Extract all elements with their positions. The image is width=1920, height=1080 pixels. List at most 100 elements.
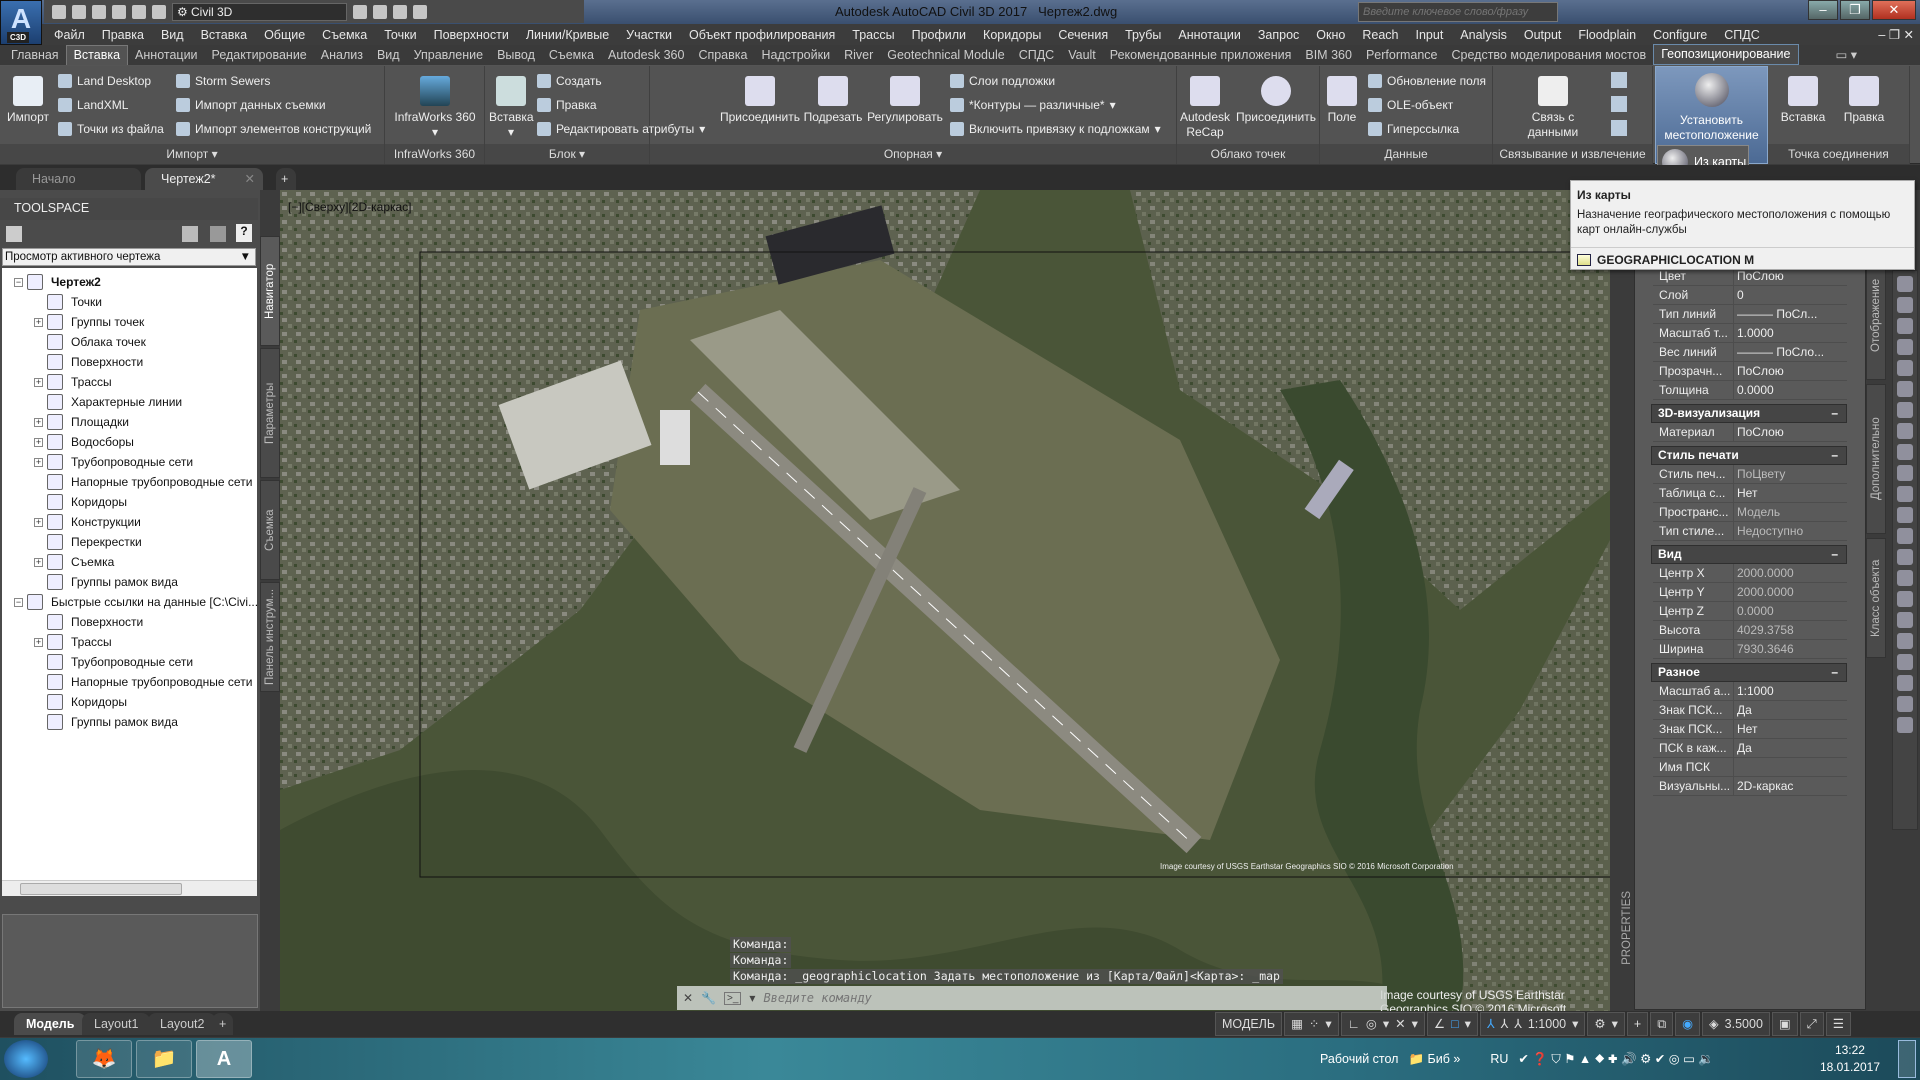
tree-node[interactable]: Напорные трубопроводные сети — [34, 472, 252, 492]
properties-side-tab[interactable]: Класс объекта — [1866, 538, 1886, 658]
clock[interactable]: 13:22 18.01.2017 — [1820, 1042, 1880, 1076]
menu-item[interactable]: Запрос — [1258, 28, 1299, 42]
recap-button[interactable]: Autodesk ReCap — [1177, 72, 1233, 140]
close-button[interactable]: ✕ — [1872, 0, 1916, 20]
toolbar-tool-icon[interactable] — [1897, 717, 1913, 733]
property-value[interactable]: Нет — [1733, 484, 1847, 502]
collapse-icon[interactable]: – — [1831, 546, 1838, 563]
import-button[interactable]: Импорт — [4, 72, 52, 125]
menu-item[interactable]: Общие — [264, 28, 305, 42]
new-tab-button[interactable]: + — [276, 168, 296, 190]
property-value[interactable]: ——— ПоСло... — [1733, 343, 1847, 361]
toolbar-tool-icon[interactable] — [1897, 402, 1913, 418]
property-value[interactable]: Недоступно — [1733, 522, 1847, 540]
property-row[interactable]: Масштаб т... 1.0000 — [1653, 324, 1847, 343]
toolspace-view-select[interactable]: Просмотр активного чертежа ▼ — [2, 248, 256, 266]
ribbon-tab[interactable]: Средство моделирования мостов — [1445, 48, 1654, 65]
properties-side-tab[interactable]: Дополнительно — [1866, 384, 1886, 534]
annotation-scale-button[interactable]: ⅄ ⅄ ⅄ 1:1000 ▾ — [1479, 1012, 1586, 1036]
group-label[interactable]: Импорт ▾ — [0, 144, 384, 164]
property-value[interactable]: 2000.0000 — [1733, 583, 1847, 601]
tree-node[interactable]: Группы рамок вида — [34, 572, 178, 592]
junction-edit-button[interactable]: Правка — [1836, 72, 1892, 125]
property-row[interactable]: Знак ПСК... Да — [1653, 701, 1847, 720]
ribbon-tab[interactable]: River — [837, 48, 880, 65]
tree-node[interactable]: Точки — [34, 292, 102, 312]
ribbon-tab[interactable]: Управление — [407, 48, 491, 65]
menu-item[interactable]: Трубы — [1125, 28, 1161, 42]
property-value[interactable]: Да — [1733, 739, 1847, 757]
side-tab[interactable]: Параметры — [260, 348, 280, 478]
expander-icon[interactable]: + — [34, 637, 43, 647]
ribbon-tab[interactable]: Главная — [4, 48, 66, 65]
property-value[interactable]: ПоСлою — [1733, 362, 1847, 380]
tree-node[interactable]: − Быстрые ссылки на данные [C:\Civi... — [14, 592, 257, 612]
menu-item[interactable]: Вид — [161, 28, 184, 42]
menu-item[interactable]: Участки — [626, 28, 672, 42]
underlay-layers-button[interactable]: Слои подложки — [950, 74, 1055, 88]
insert-block-button[interactable]: Вставка ▾ — [489, 72, 534, 140]
toggle-icon[interactable] — [182, 226, 198, 242]
add-layout-button[interactable]: + — [212, 1013, 234, 1035]
help-icon[interactable]: ? — [236, 224, 252, 242]
tab-start[interactable]: Начало — [16, 168, 141, 190]
toolbar-tool-icon[interactable] — [1897, 591, 1913, 607]
menu-item[interactable]: Поверхности — [434, 28, 509, 42]
tree-node[interactable]: + Водосборы — [34, 432, 134, 452]
tree-node[interactable]: + Конструкции — [34, 512, 141, 532]
import-subassembly-button[interactable]: Импорт элементов конструкций — [176, 122, 371, 136]
land-desktop-button[interactable]: Land Desktop — [58, 74, 151, 88]
menu-item[interactable]: Окно — [1316, 28, 1345, 42]
import-survey-button[interactable]: Импорт данных съемки — [176, 98, 326, 112]
toolspace-title[interactable]: TOOLSPACE — [0, 198, 258, 220]
toolbar-tool-icon[interactable] — [1897, 423, 1913, 439]
property-row[interactable]: Знак ПСК... Нет — [1653, 720, 1847, 739]
crosshair-button[interactable]: + — [1626, 1012, 1649, 1036]
toolbar-tool-icon[interactable] — [1897, 675, 1913, 691]
elevation-button[interactable]: ◈ 3.5000 — [1702, 1012, 1770, 1036]
tree-node[interactable]: Коридоры — [34, 492, 127, 512]
property-value[interactable]: 1.0000 — [1733, 324, 1847, 342]
data-link-button[interactable]: Связь с данными — [1513, 72, 1593, 140]
wrench-icon[interactable]: 🔧 — [701, 991, 716, 1005]
side-tab[interactable]: Панель инструм... — [260, 582, 280, 692]
storm-sewers-button[interactable]: Storm Sewers — [176, 74, 270, 88]
ribbon-tab[interactable]: Вид — [370, 48, 407, 65]
property-row[interactable]: ПСК в каж... Да — [1653, 739, 1847, 758]
ribbon-tab[interactable]: Geotechnical Module — [880, 48, 1011, 65]
property-row[interactable]: Центр Z 0.0000 — [1653, 602, 1847, 621]
update-fields-button[interactable]: Обновление поля — [1368, 74, 1486, 88]
create-block-button[interactable]: Создать — [537, 74, 602, 88]
expander-icon[interactable]: + — [34, 437, 43, 447]
tree-node[interactable]: + Площадки — [34, 412, 129, 432]
civil3d-taskbar-button[interactable]: A — [196, 1040, 252, 1078]
tab-model[interactable]: Модель — [14, 1013, 87, 1035]
ribbon-tab[interactable]: BIM 360 — [1298, 48, 1359, 65]
property-row[interactable]: Материал ПоСлою — [1653, 423, 1847, 442]
property-row[interactable]: Тип линий ——— ПоСл... — [1653, 305, 1847, 324]
extract-icon[interactable] — [1611, 72, 1627, 88]
horizontal-scrollbar[interactable] — [2, 880, 257, 896]
tree-node[interactable]: − Чертеж2 — [14, 272, 101, 292]
expander-icon[interactable]: − — [14, 277, 23, 287]
list-view-icon[interactable] — [210, 226, 226, 242]
drawing-viewport[interactable]: [−][Сверху][2D-каркас] Image courtesy of… — [280, 190, 1610, 1011]
property-value[interactable]: Модель — [1733, 503, 1847, 521]
isodraft-button[interactable]: ∠ □ ▾ — [1426, 1012, 1478, 1036]
toolbar-tool-icon[interactable] — [1897, 570, 1913, 586]
side-tab[interactable]: Съемка — [260, 480, 280, 580]
ribbon-tab[interactable]: Autodesk 360 — [601, 48, 691, 65]
menu-item[interactable]: Аннотации — [1178, 28, 1240, 42]
ribbon-tab[interactable]: Надстройки — [754, 48, 837, 65]
close-tab-icon[interactable]: ✕ — [245, 168, 255, 190]
collapse-icon[interactable]: – — [1831, 447, 1838, 464]
tree-node[interactable]: + Трассы — [34, 632, 112, 652]
ole-object-button[interactable]: OLE-объект — [1368, 98, 1453, 112]
properties-label[interactable]: PROPERTIES — [1621, 891, 1633, 965]
save-icon[interactable] — [92, 4, 106, 19]
property-section-header[interactable]: 3D-визуализация – — [1651, 404, 1847, 423]
property-row[interactable]: Пространс... Модель — [1653, 503, 1847, 522]
property-value[interactable]: 7930.3646 — [1733, 640, 1847, 658]
menu-item[interactable]: Сечения — [1058, 28, 1108, 42]
tray-icons[interactable]: ✔ ❓ ⛉ ⚑ ▲ ◆ ✚ 🔊 ⚙ ✔ ◎ ▭ 🔉 — [1518, 1051, 1714, 1067]
